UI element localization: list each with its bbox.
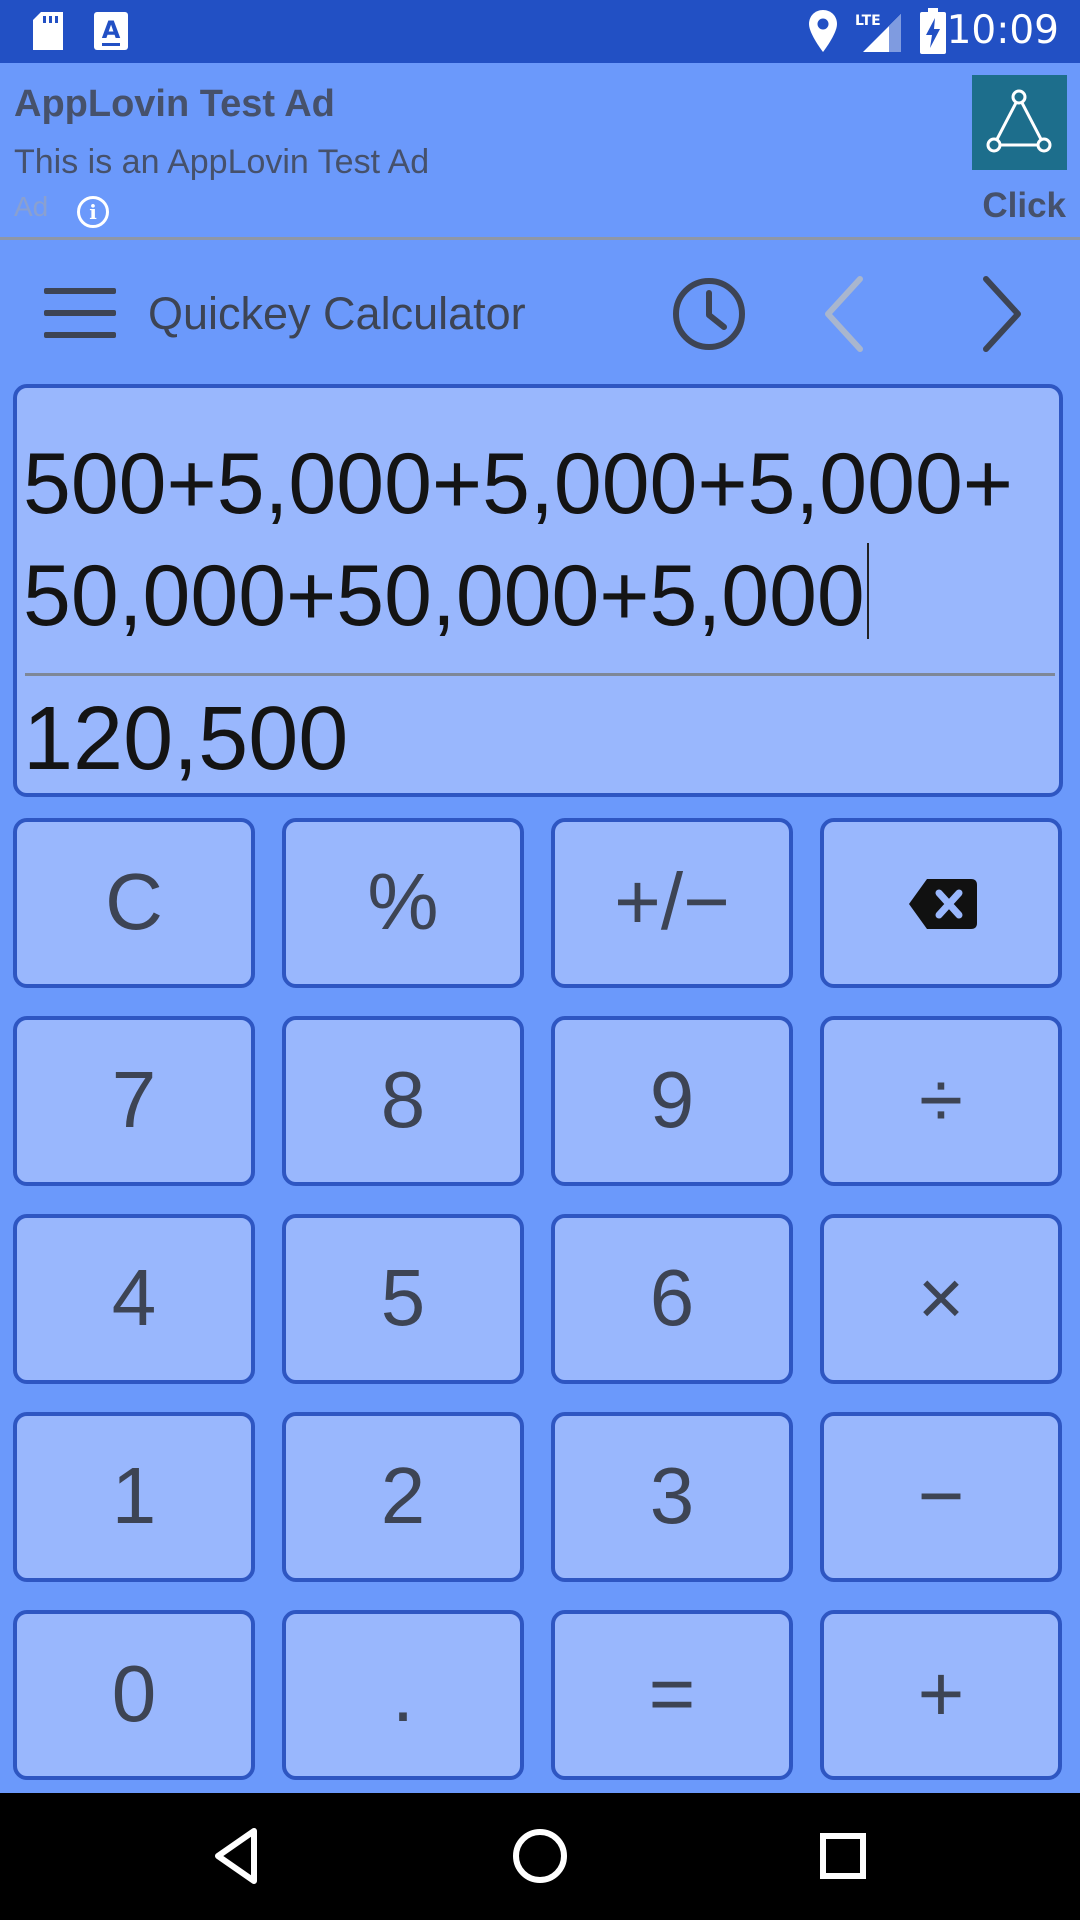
key-decimal[interactable]: . bbox=[282, 1610, 524, 1780]
text-cursor bbox=[866, 543, 869, 639]
sd-card-icon bbox=[33, 12, 63, 54]
ad-click-button[interactable]: Click bbox=[982, 186, 1066, 226]
recents-icon[interactable] bbox=[812, 1825, 874, 1887]
app-toolbar: Quickey Calculator bbox=[0, 240, 1080, 385]
svg-text:A: A bbox=[102, 16, 121, 44]
lte-signal-icon: LTE bbox=[855, 10, 901, 56]
key-3[interactable]: 3 bbox=[551, 1412, 793, 1582]
ad-title[interactable]: AppLovin Test Ad bbox=[14, 83, 335, 126]
key-plus[interactable]: + bbox=[820, 1610, 1062, 1780]
ad-logo[interactable] bbox=[972, 75, 1067, 170]
keyboard-a-icon: A bbox=[94, 12, 128, 54]
svg-text:LTE: LTE bbox=[855, 13, 881, 29]
result-text: 120,500 bbox=[23, 689, 349, 789]
display-divider bbox=[25, 673, 1055, 676]
location-icon bbox=[808, 10, 838, 56]
key-multiply[interactable]: × bbox=[820, 1214, 1062, 1384]
key-4[interactable]: 4 bbox=[13, 1214, 255, 1384]
key-sign[interactable]: +/− bbox=[551, 818, 793, 988]
ad-subtitle: This is an AppLovin Test Ad bbox=[14, 143, 430, 181]
key-backspace[interactable] bbox=[820, 818, 1062, 988]
info-icon[interactable]: i bbox=[77, 196, 109, 228]
battery-charging-icon bbox=[920, 8, 946, 58]
hamburger-menu-icon[interactable] bbox=[44, 288, 116, 338]
ad-label: Ad bbox=[14, 191, 49, 222]
expression-text: 500+5,000+5,000+5,000+50,000+50,000+5,00… bbox=[23, 436, 1014, 644]
calculator-display: 500+5,000+5,000+5,000+50,000+50,000+5,00… bbox=[13, 384, 1063, 797]
key-8[interactable]: 8 bbox=[282, 1016, 524, 1186]
backspace-icon bbox=[909, 879, 977, 929]
key-5[interactable]: 5 bbox=[282, 1214, 524, 1384]
app-title: Quickey Calculator bbox=[148, 288, 526, 339]
key-9[interactable]: 9 bbox=[551, 1016, 793, 1186]
back-icon[interactable] bbox=[206, 1825, 268, 1887]
key-percent[interactable]: % bbox=[282, 818, 524, 988]
key-7[interactable]: 7 bbox=[13, 1016, 255, 1186]
home-icon[interactable] bbox=[509, 1825, 571, 1887]
key-clear[interactable]: C bbox=[13, 818, 255, 988]
key-divide[interactable]: ÷ bbox=[820, 1016, 1062, 1186]
system-nav-bar bbox=[0, 1793, 1080, 1920]
history-clock-icon[interactable] bbox=[670, 275, 748, 353]
key-equals[interactable]: = bbox=[551, 1610, 793, 1780]
chevron-left-icon[interactable] bbox=[808, 275, 886, 353]
triangle-nodes-icon bbox=[986, 89, 1052, 153]
expression-field[interactable]: 500+5,000+5,000+5,000+50,000+50,000+5,00… bbox=[23, 428, 1053, 652]
key-minus[interactable]: − bbox=[820, 1412, 1062, 1582]
chevron-right-icon[interactable] bbox=[960, 275, 1038, 353]
key-6[interactable]: 6 bbox=[551, 1214, 793, 1384]
key-0[interactable]: 0 bbox=[13, 1610, 255, 1780]
key-2[interactable]: 2 bbox=[282, 1412, 524, 1582]
status-bar: A LTE 10:09 bbox=[0, 0, 1080, 63]
key-1[interactable]: 1 bbox=[13, 1412, 255, 1582]
status-time: 10:09 bbox=[946, 8, 1059, 53]
ad-banner[interactable]: AppLovin Test Ad This is an AppLovin Tes… bbox=[0, 63, 1080, 240]
